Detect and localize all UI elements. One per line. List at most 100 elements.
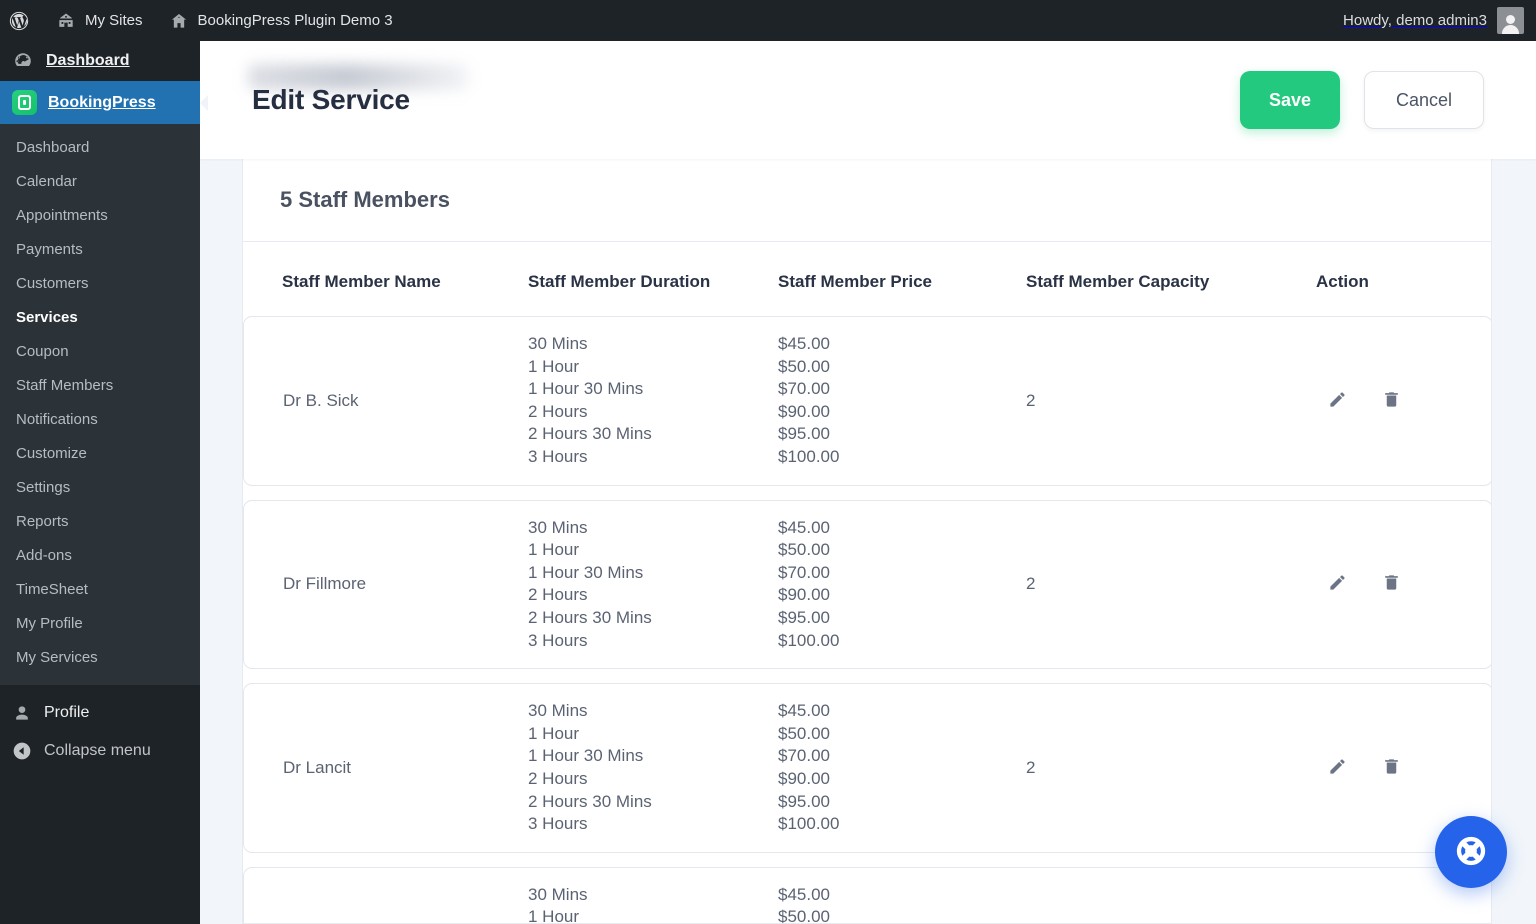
duration-line: 3 Hours	[528, 814, 588, 834]
cell-action	[1316, 499, 1491, 670]
table-row: Dr Lancit 30 Mins 1 Hour 1 Hour 30 Mins 2 Ho…	[243, 683, 1491, 853]
column-header-capacity: Staff Member Capacity	[1026, 272, 1210, 291]
price-line: $50.00	[778, 907, 830, 924]
price-line: $70.00	[778, 746, 830, 766]
page-body: 5 Staff Members Staff Member Name Staff …	[200, 159, 1536, 924]
page-content: Edit Service Save Cancel 5 Staff Members…	[200, 41, 1536, 924]
delete-staff-button[interactable]	[1380, 573, 1402, 595]
cell-staff-duration: 30 Mins 1 Hour 1 Hour 30 Mins 2 Hours 2 Hour…	[528, 683, 778, 853]
pencil-icon	[1328, 573, 1347, 595]
sidebar-item-appointments[interactable]: Appointments	[0, 199, 200, 233]
duration-line: 1 Hour 30 Mins	[528, 746, 644, 766]
sites-icon	[56, 11, 76, 31]
trash-icon	[1382, 573, 1401, 595]
sidebar-item-label: Add-ons	[16, 547, 72, 564]
sidebar-item-dashboard[interactable]: Dashboard	[0, 131, 200, 165]
my-account-menu-item[interactable]: Howdy, demo admin3	[1343, 7, 1536, 34]
howdy-label: Howdy, demo admin3	[1343, 12, 1487, 29]
duration-line: 1 Hour	[528, 356, 580, 376]
table-row: 30 Mins 1 Hour $45.00 $50.00	[243, 866, 1491, 924]
edit-staff-button[interactable]	[1326, 757, 1348, 779]
sidebar-item-timesheet[interactable]: TimeSheet	[0, 573, 200, 607]
cell-staff-price: $45.00 $50.00 $70.00 $90.00 $95.00 $100.00	[778, 316, 1026, 486]
cell-staff-capacity: 2	[1026, 316, 1316, 486]
sidebar-item-calendar[interactable]: Calendar	[0, 165, 200, 199]
duration-line: 2 Hours 30 Mins	[528, 791, 652, 811]
collapse-menu-button[interactable]: Collapse menu	[0, 732, 200, 770]
price-line: $90.00	[778, 768, 830, 788]
sidebar-item-label: My Profile	[16, 615, 83, 632]
price-line: $100.00	[778, 630, 840, 650]
sidebar-item-coupon[interactable]: Coupon	[0, 335, 200, 369]
my-sites-menu-item[interactable]: My Sites	[43, 0, 156, 41]
price-line: $95.00	[778, 607, 830, 627]
sidebar-item-staff-members[interactable]: Staff Members	[0, 369, 200, 403]
trash-icon	[1382, 757, 1401, 779]
sidebar-item-settings[interactable]: Settings	[0, 471, 200, 505]
sidebar-item-reports[interactable]: Reports	[0, 505, 200, 539]
sidebar-item-profile[interactable]: Profile	[0, 694, 200, 732]
sidebar-item-payments[interactable]: Payments	[0, 233, 200, 267]
cell-staff-price: $45.00 $50.00	[778, 866, 1026, 924]
sidebar-item-customize[interactable]: Customize	[0, 437, 200, 471]
sidebar-item-services[interactable]: Services	[0, 301, 200, 335]
column-header-price: Staff Member Price	[778, 272, 932, 291]
edit-staff-button[interactable]	[1326, 390, 1348, 412]
page-header: Edit Service Save Cancel	[200, 41, 1536, 159]
duration-line: 30 Mins	[528, 334, 588, 353]
price-line: $45.00	[778, 701, 830, 721]
admin-sidebar: Dashboard BookingPress Dashboard Calendar…	[0, 41, 208, 924]
sidebar-item-my-services[interactable]: My Services	[0, 641, 200, 675]
delete-staff-button[interactable]	[1380, 390, 1402, 412]
sidebar-bookingpress-label: BookingPress	[48, 93, 156, 111]
home-icon	[169, 11, 189, 31]
sidebar-item-label: Calendar	[16, 173, 77, 190]
action-buttons	[1316, 573, 1491, 595]
bookingpress-icon	[12, 90, 37, 115]
duration-line: 3 Hours	[528, 446, 588, 466]
sidebar-item-customers[interactable]: Customers	[0, 267, 200, 301]
delete-staff-button[interactable]	[1380, 757, 1402, 779]
sidebar-item-dashboard[interactable]: Dashboard	[0, 41, 200, 81]
sidebar-item-label: My Services	[16, 649, 98, 666]
cell-staff-capacity	[1026, 866, 1316, 923]
cell-staff-price: $45.00 $50.00 $70.00 $90.00 $95.00 $100.00	[778, 499, 1026, 670]
staff-members-card: 5 Staff Members Staff Member Name Staff …	[242, 159, 1492, 924]
sidebar-item-add-ons[interactable]: Add-ons	[0, 539, 200, 573]
price-line: $100.00	[778, 814, 840, 834]
price-line: $50.00	[778, 723, 830, 743]
action-buttons	[1316, 390, 1491, 412]
dashboard-gauge-icon	[12, 50, 34, 72]
duration-line: 1 Hour	[528, 540, 580, 560]
duration-line: 2 Hours 30 Mins	[528, 607, 652, 627]
action-buttons	[1316, 757, 1491, 779]
pencil-icon	[1328, 757, 1347, 779]
table-row: Dr B. Sick 30 Mins 1 Hour 1 Hour 30 Mins 2 H…	[243, 316, 1491, 486]
staff-count-heading: 5 Staff Members	[280, 187, 450, 212]
pencil-icon	[1328, 390, 1347, 412]
duration-line: 30 Mins	[528, 701, 588, 721]
sidebar-item-notifications[interactable]: Notifications	[0, 403, 200, 437]
sidebar-item-label: Appointments	[16, 207, 108, 224]
sidebar-item-my-profile[interactable]: My Profile	[0, 607, 200, 641]
price-line: $70.00	[778, 379, 830, 399]
sidebar-item-label: Customers	[16, 275, 89, 292]
column-header-name: Staff Member Name	[282, 272, 441, 291]
sidebar-item-bookingpress[interactable]: BookingPress	[0, 81, 208, 124]
edit-staff-button[interactable]	[1326, 573, 1348, 595]
price-line: $45.00	[778, 884, 830, 904]
duration-line: 2 Hours	[528, 768, 588, 788]
price-line: $45.00	[778, 334, 830, 353]
wp-admin-bar: My Sites BookingPress Plugin Demo 3 Howd…	[0, 0, 1536, 41]
save-button[interactable]: Save	[1240, 71, 1340, 129]
cell-staff-name: Dr Lancit	[243, 683, 528, 853]
trash-icon	[1382, 390, 1401, 412]
price-line: $90.00	[778, 585, 830, 605]
sidebar-item-label: Customize	[16, 445, 87, 462]
help-support-button[interactable]	[1435, 816, 1507, 888]
sidebar-item-label: Dashboard	[16, 139, 90, 156]
site-name-menu-item[interactable]: BookingPress Plugin Demo 3	[156, 0, 406, 41]
cancel-button[interactable]: Cancel	[1364, 71, 1484, 129]
wp-logo-menu-item[interactable]	[0, 0, 43, 41]
table-header: Staff Member Name Staff Member Duration …	[243, 260, 1491, 302]
